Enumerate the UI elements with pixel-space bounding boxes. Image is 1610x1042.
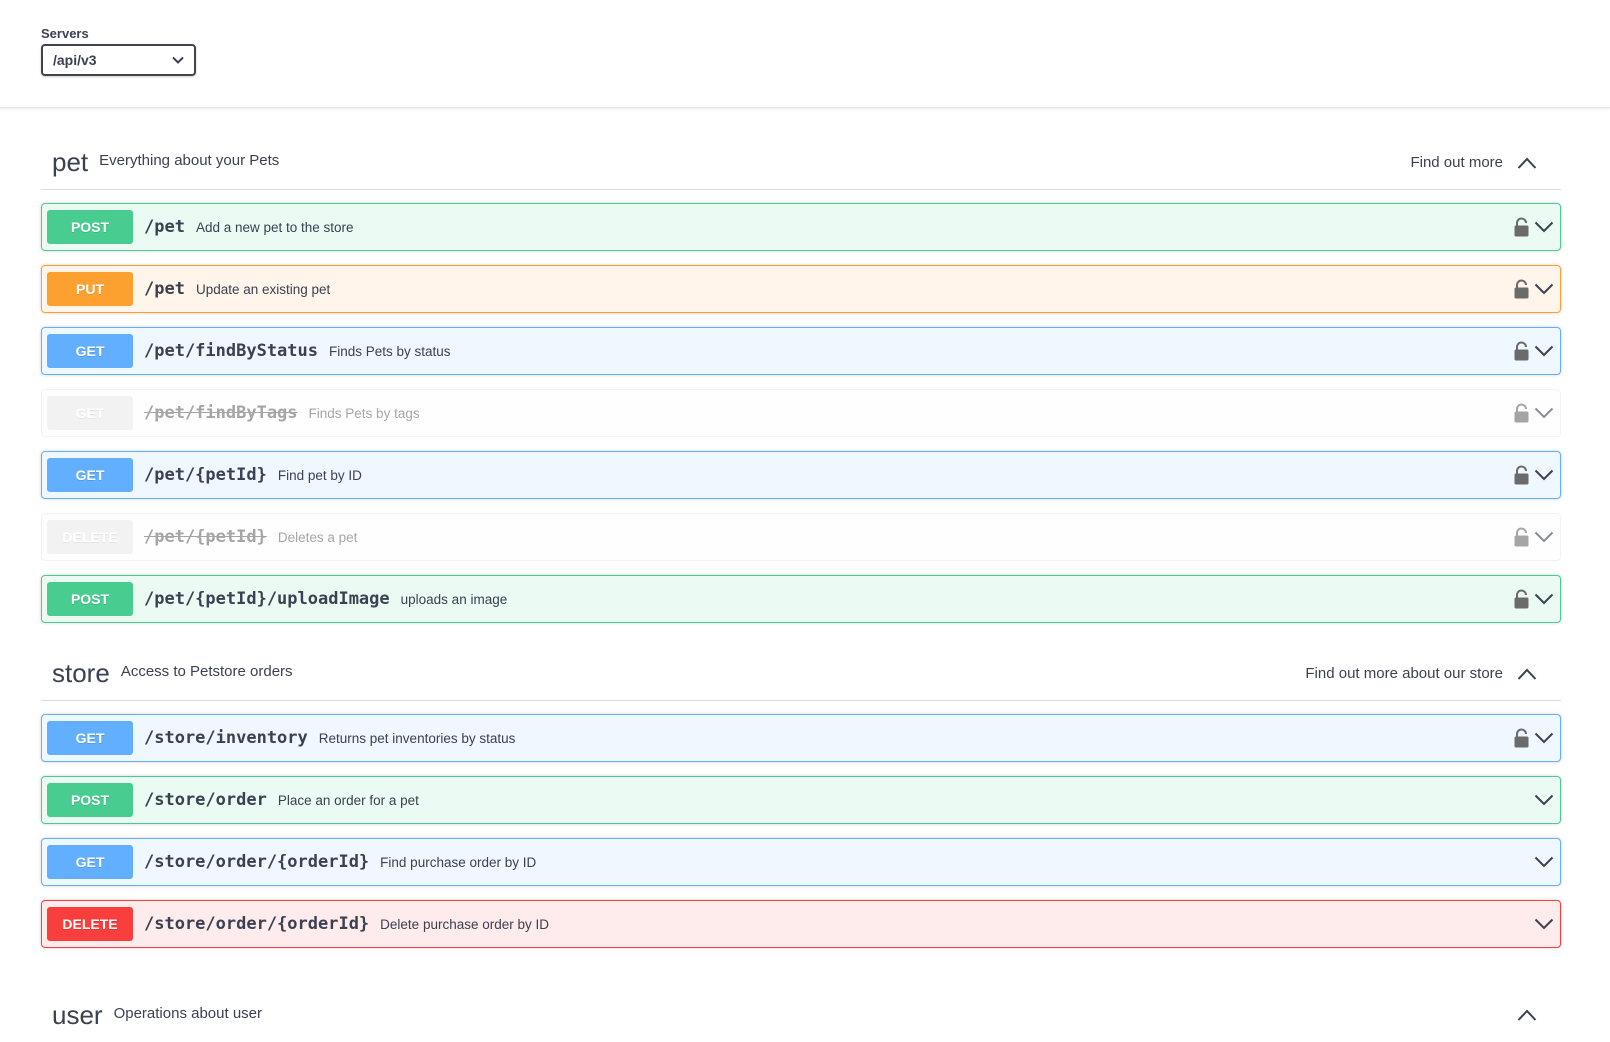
operation-get-row[interactable]: GET/pet/{petId} Find pet by ID xyxy=(41,451,1561,499)
servers-section: Servers /api/v3 xyxy=(0,0,1610,108)
method-badge: PUT xyxy=(47,272,133,306)
operation-summary: Find pet by ID xyxy=(277,467,362,483)
operation-controls xyxy=(1534,918,1554,930)
tag-header-user[interactable]: user Operations about user xyxy=(41,988,1561,1042)
tag-header-store[interactable]: store Access to Petstore orders Find out… xyxy=(41,647,1561,701)
chevron-down-icon[interactable] xyxy=(1534,794,1554,806)
operation-summary: Finds Pets by status xyxy=(329,343,451,359)
operation-controls xyxy=(1513,217,1554,237)
operation-path: /store/order/{orderId} xyxy=(144,852,370,872)
chevron-down-icon[interactable] xyxy=(1534,856,1554,868)
method-badge: GET xyxy=(47,845,133,879)
tag-header-pet[interactable]: pet Everything about your Pets Find out … xyxy=(41,136,1561,190)
method-badge: POST xyxy=(47,210,133,244)
chevron-up-icon[interactable] xyxy=(1517,1009,1537,1021)
operation-controls xyxy=(1513,527,1554,547)
operation-summary: Deletes a pet xyxy=(277,529,358,545)
method-badge: GET xyxy=(47,721,133,755)
operation-summary: Finds Pets by tags xyxy=(308,405,420,421)
operation-path: /pet/{petId} xyxy=(144,465,267,485)
chevron-down-icon xyxy=(172,56,184,64)
chevron-down-icon[interactable] xyxy=(1534,593,1554,605)
operation-summary: Add a new pet to the store xyxy=(195,219,354,235)
lock-icon[interactable] xyxy=(1513,527,1530,547)
operation-path: /store/order xyxy=(144,790,267,810)
operation-controls xyxy=(1513,465,1554,485)
operation-path: /pet/{petId}/uploadImage xyxy=(144,589,390,609)
chevron-down-icon[interactable] xyxy=(1534,283,1554,295)
operation-delete-row[interactable]: DELETE/store/order/{orderId} Delete purch… xyxy=(41,900,1561,948)
operation-path: /store/order/{orderId} xyxy=(144,914,370,934)
operation-path: /store/inventory xyxy=(144,728,308,748)
chevron-down-icon[interactable] xyxy=(1534,345,1554,357)
operation-controls xyxy=(1513,403,1554,423)
operation-summary: Delete purchase order by ID xyxy=(380,916,550,932)
operation-get-row[interactable]: GET/pet/findByStatus Finds Pets by status xyxy=(41,327,1561,375)
lock-icon[interactable] xyxy=(1513,465,1530,485)
tag-link-pet[interactable]: Find out more xyxy=(1410,154,1503,171)
method-badge: GET xyxy=(47,334,133,368)
tag-name-pet: pet xyxy=(52,147,89,177)
lock-icon[interactable] xyxy=(1513,403,1530,423)
operation-path: /pet xyxy=(144,279,185,299)
chevron-up-icon[interactable] xyxy=(1517,668,1537,680)
operation-path: /pet/findByTags xyxy=(144,403,298,423)
operation-summary: Update an existing pet xyxy=(195,281,331,297)
operation-post-row[interactable]: POST/store/order Place an order for a pet xyxy=(41,776,1561,824)
tag-description-pet: Everything about your Pets xyxy=(99,152,280,169)
operation-controls xyxy=(1534,794,1554,806)
operation-path: /pet/{petId} xyxy=(144,527,267,547)
operation-path: /pet/findByStatus xyxy=(144,341,318,361)
operation-post-row[interactable]: POST/pet Add a new pet to the store xyxy=(41,203,1561,251)
lock-icon[interactable] xyxy=(1513,589,1530,609)
chevron-down-icon[interactable] xyxy=(1534,732,1554,744)
chevron-down-icon[interactable] xyxy=(1534,531,1554,543)
method-badge: GET xyxy=(47,396,133,430)
method-badge: DELETE xyxy=(47,907,133,941)
method-badge: POST xyxy=(47,783,133,817)
server-select-value: /api/v3 xyxy=(53,52,97,68)
operation-get-row[interactable]: GET/store/inventory Returns pet inventori… xyxy=(41,714,1561,762)
operation-get-row[interactable]: GET/store/order/{orderId} Find purchase o… xyxy=(41,838,1561,886)
operation-summary: uploads an image xyxy=(400,591,508,607)
lock-icon[interactable] xyxy=(1513,279,1530,299)
operation-summary: Returns pet inventories by status xyxy=(318,730,516,746)
operation-controls xyxy=(1513,341,1554,361)
operation-get-row[interactable]: GET/pet/findByTags Finds Pets by tags xyxy=(41,389,1561,437)
lock-icon[interactable] xyxy=(1513,217,1530,237)
chevron-down-icon[interactable] xyxy=(1534,221,1554,233)
chevron-up-icon[interactable] xyxy=(1517,157,1537,169)
operation-controls xyxy=(1513,589,1554,609)
method-badge: GET xyxy=(47,458,133,492)
operation-delete-row[interactable]: DELETE/pet/{petId} Deletes a pet xyxy=(41,513,1561,561)
tag-description-store: Access to Petstore orders xyxy=(120,663,293,680)
tag-name-store: store xyxy=(52,658,110,688)
operation-path: /pet xyxy=(144,217,185,237)
operation-controls xyxy=(1513,279,1554,299)
lock-icon[interactable] xyxy=(1513,728,1530,748)
operation-controls xyxy=(1534,856,1554,868)
tag-description-user: Operations about user xyxy=(113,1004,263,1022)
lock-icon[interactable] xyxy=(1513,341,1530,361)
chevron-down-icon[interactable] xyxy=(1534,918,1554,930)
server-select[interactable]: /api/v3 xyxy=(41,44,196,76)
operation-post-row[interactable]: POST/pet/{petId}/uploadImage uploads an i… xyxy=(41,575,1561,623)
chevron-down-icon[interactable] xyxy=(1534,469,1554,481)
operation-put-row[interactable]: PUT/pet Update an existing pet xyxy=(41,265,1561,313)
method-badge: POST xyxy=(47,582,133,616)
servers-label: Servers xyxy=(41,26,89,41)
operation-summary: Find purchase order by ID xyxy=(380,854,537,870)
chevron-down-icon[interactable] xyxy=(1534,407,1554,419)
tag-link-store[interactable]: Find out more about our store xyxy=(1305,665,1503,682)
operation-controls xyxy=(1513,728,1554,748)
operation-summary: Place an order for a pet xyxy=(277,792,419,808)
method-badge: DELETE xyxy=(47,520,133,554)
